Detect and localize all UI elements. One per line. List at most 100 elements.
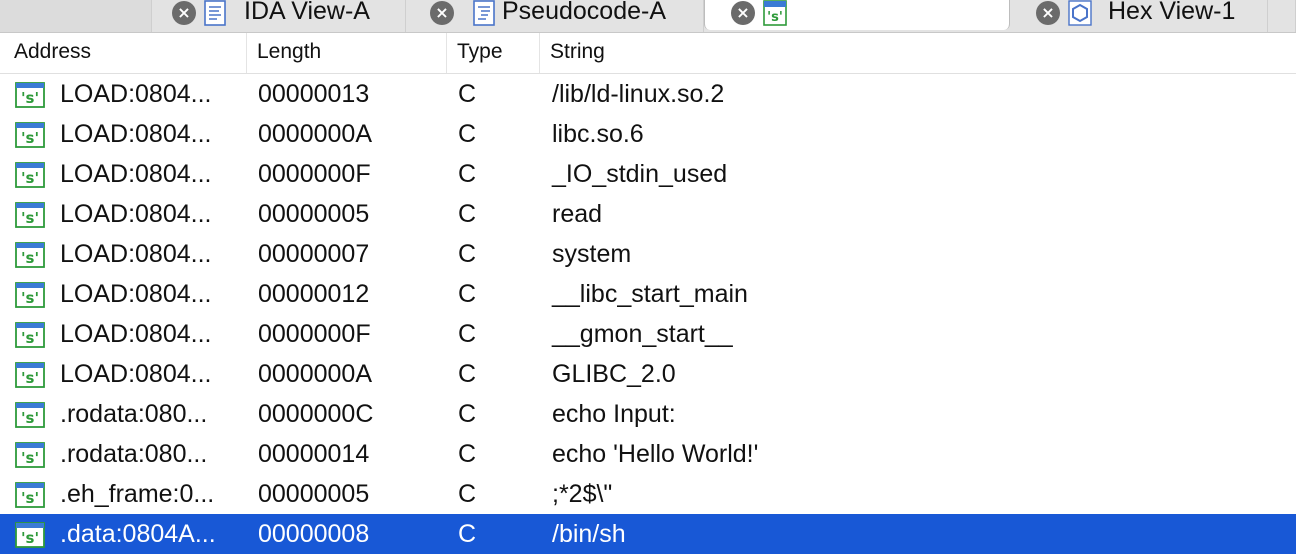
string-item-icon: 's' (15, 242, 45, 268)
table-row[interactable]: 's' .data:0804A... 00000008 C/bin/sh (0, 514, 1296, 554)
svg-text:'s': 's' (767, 10, 783, 25)
tab-ida-view-a[interactable]: × IDA View-A (152, 0, 406, 32)
cell-string: echo Input: (552, 400, 676, 428)
string-item-icon: 's' (15, 202, 45, 228)
tab-label: Hex View-1 (1108, 0, 1236, 25)
column-header-string[interactable]: String (540, 33, 1296, 73)
string-item-icon: 's' (15, 122, 45, 148)
svg-text:'s': 's' (21, 329, 39, 347)
cell-string: system (552, 240, 632, 268)
svg-text:'s': 's' (21, 249, 39, 267)
cell-address: LOAD:0804... (60, 320, 212, 348)
cell-length: 00000014 (258, 440, 370, 468)
table-row[interactable]: 's' LOAD:0804... 00000012 C __libc_start_mai… (0, 274, 1296, 314)
tab-overflow-right (1268, 0, 1296, 32)
cell-address: LOAD:0804... (60, 360, 212, 388)
table-row[interactable]: 's' .rodata:080... 00000014 Cecho 'Hello Wo… (0, 434, 1296, 474)
svg-text:'s': 's' (21, 89, 39, 107)
cell-string: ;*2$\" (552, 480, 613, 508)
table-row[interactable]: 's' LOAD:0804... 0000000F C __gmon_start__ (0, 314, 1296, 354)
svg-text:'s': 's' (21, 289, 39, 307)
strings-view-icon: 's' (763, 0, 787, 26)
close-icon[interactable]: × (731, 1, 755, 25)
strings-table: 's' LOAD:0804... 00000013 C/lib/ld-linux.so… (0, 74, 1296, 554)
cell-length: 0000000F (258, 160, 371, 188)
cell-length: 00000012 (258, 280, 370, 308)
string-item-icon: 's' (15, 362, 45, 388)
cell-type: C (458, 480, 477, 508)
cell-string: __libc_start_main (552, 280, 748, 308)
close-icon[interactable]: × (1036, 1, 1060, 25)
pseudocode-view-icon (473, 0, 495, 26)
column-header-length[interactable]: Length (247, 33, 447, 73)
cell-length: 0000000A (258, 360, 373, 388)
string-item-icon: 's' (15, 322, 45, 348)
table-row[interactable]: 's' .eh_frame:0... 00000005 C ;*2$\" (0, 474, 1296, 514)
svg-text:'s': 's' (21, 489, 39, 507)
close-icon[interactable]: × (430, 1, 454, 25)
table-row[interactable]: 's' LOAD:0804... 00000013 C/lib/ld-linux.so… (0, 74, 1296, 114)
cell-length: 0000000C (258, 400, 374, 428)
svg-text:'s': 's' (21, 369, 39, 387)
tab-label: IDA View-A (244, 0, 370, 25)
cell-type: C (458, 280, 477, 308)
cell-length: 0000000A (258, 120, 373, 148)
string-item-icon: 's' (15, 402, 45, 428)
cell-string: read (552, 200, 603, 228)
cell-string: libc.so.6 (552, 120, 644, 148)
cell-string: /bin/sh (552, 520, 626, 548)
cell-length: 00000005 (258, 480, 370, 508)
string-item-icon: 's' (15, 522, 45, 548)
cell-string: GLIBC_2.0 (552, 360, 676, 388)
tab-hex-view-1[interactable]: × Hex View-1 (1010, 0, 1268, 32)
cell-type: C (458, 240, 477, 268)
table-row[interactable]: 's' LOAD:0804... 0000000A Clibc.so.6 (0, 114, 1296, 154)
close-icon[interactable]: × (172, 1, 196, 25)
cell-type: C (458, 80, 477, 108)
column-header-type[interactable]: Type (447, 33, 540, 73)
table-row[interactable]: 's' .rodata:080... 0000000C Cecho Input: (0, 394, 1296, 434)
table-row[interactable]: 's' LOAD:0804... 00000007 Csystem (0, 234, 1296, 274)
cell-string: _IO_stdin_used (552, 160, 728, 188)
table-row[interactable]: 's' LOAD:0804... 0000000F C _IO_stdin_used (0, 154, 1296, 194)
svg-text:'s': 's' (21, 169, 39, 187)
tab-strings[interactable]: × 's' (704, 0, 1010, 30)
cell-string: echo 'Hello World!' (552, 440, 759, 468)
string-item-icon: 's' (15, 282, 45, 308)
hex-view-icon (1068, 0, 1092, 26)
table-row[interactable]: 's' LOAD:0804... 0000000A C GLIBC_2.0 (0, 354, 1296, 394)
cell-address: LOAD:0804... (60, 80, 212, 108)
string-item-icon: 's' (15, 82, 45, 108)
cell-length: 0000000F (258, 320, 371, 348)
column-header-address[interactable]: Address (0, 33, 247, 73)
cell-address: .rodata:080... (60, 400, 208, 428)
table-header: Address Length Type String (0, 33, 1296, 74)
svg-text:'s': 's' (21, 129, 39, 147)
cell-address: LOAD:0804... (60, 240, 212, 268)
cell-type: C (458, 440, 477, 468)
cell-type: C (458, 360, 477, 388)
cell-address: LOAD:0804... (60, 280, 212, 308)
cell-type: C (458, 320, 477, 348)
svg-text:'s': 's' (21, 409, 39, 427)
cell-address: .data:0804A... (60, 520, 216, 548)
tab-label: Pseudocode-A (502, 0, 667, 25)
string-item-icon: 's' (15, 482, 45, 508)
disassembly-view-icon (204, 0, 226, 26)
cell-string: /lib/ld-linux.so.2 (552, 80, 725, 108)
string-item-icon: 's' (15, 162, 45, 188)
svg-text:'s': 's' (21, 209, 39, 227)
svg-text:'s': 's' (21, 449, 39, 467)
string-item-icon: 's' (15, 442, 45, 468)
cell-type: C (458, 200, 477, 228)
tab-pseudocode-a[interactable]: × Pseudocode-A (406, 0, 704, 32)
cell-type: C (458, 520, 477, 548)
table-row[interactable]: 's' LOAD:0804... 00000005 Cread (0, 194, 1296, 234)
cell-length: 00000005 (258, 200, 370, 228)
cell-address: .rodata:080... (60, 440, 208, 468)
cell-type: C (458, 400, 477, 428)
cell-length: 00000007 (258, 240, 370, 268)
cell-type: C (458, 120, 477, 148)
cell-address: .eh_frame:0... (60, 480, 215, 508)
cell-length: 00000008 (258, 520, 370, 548)
